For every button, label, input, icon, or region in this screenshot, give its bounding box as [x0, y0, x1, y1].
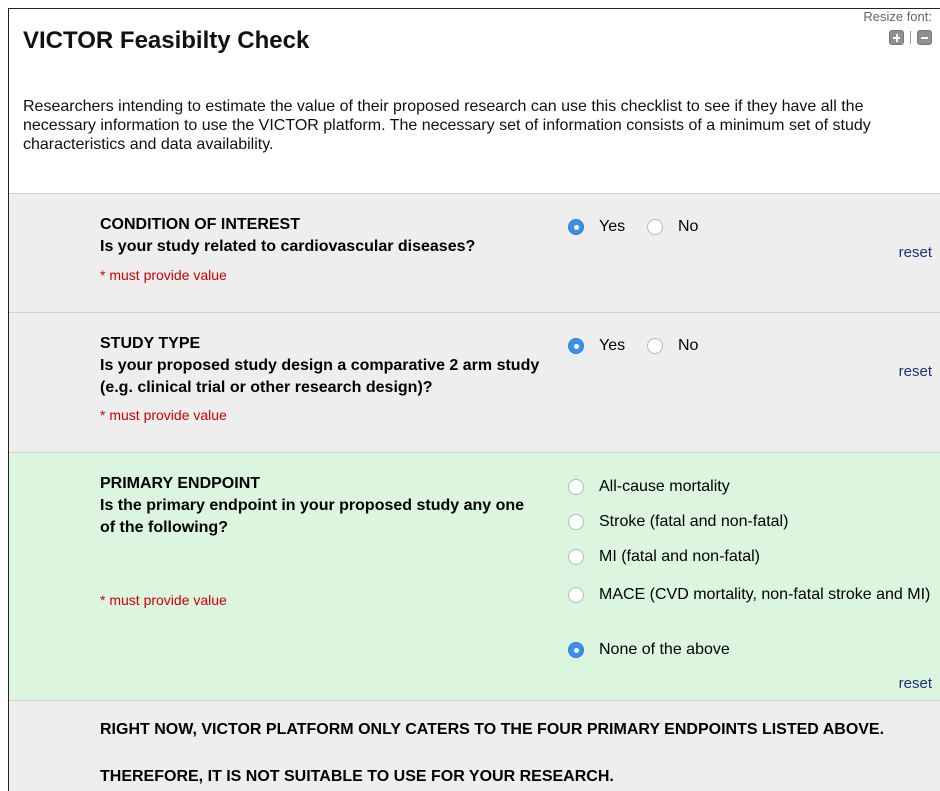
radio-option-no[interactable]: No: [647, 218, 698, 236]
reset-link[interactable]: reset: [899, 675, 932, 692]
option-label: No: [678, 218, 699, 235]
resize-font-controls: [889, 30, 932, 45]
required-message: * must provide value: [100, 267, 227, 283]
question-primary-endpoint: PRIMARY ENDPOINT Is the primary endpoint…: [9, 452, 940, 700]
radio-button[interactable]: [647, 338, 663, 354]
question-title: STUDY TYPE: [100, 335, 201, 352]
required-message: * must provide value: [100, 592, 227, 608]
question-text: Is your proposed study design a comparat…: [100, 357, 540, 396]
intro-text: Researchers intending to estimate the va…: [23, 98, 871, 153]
notice-line-1: RIGHT NOW, VICTOR PLATFORM ONLY CATERS T…: [100, 721, 885, 738]
option-label: Yes: [599, 337, 626, 354]
radio-button[interactable]: [647, 219, 663, 235]
notice-line-2: THEREFORE, IT IS NOT SUITABLE TO USE FOR…: [100, 768, 614, 785]
divider: [910, 31, 911, 44]
question-text: Is your study related to cardiovascular …: [100, 238, 476, 255]
option-label: MI (fatal and non-fatal): [599, 548, 760, 565]
notice-panel: RIGHT NOW, VICTOR PLATFORM ONLY CATERS T…: [9, 700, 940, 791]
radio-button[interactable]: [568, 338, 584, 354]
radio-option-no[interactable]: No: [647, 337, 698, 355]
question-study-type: STUDY TYPE Is your proposed study design…: [9, 312, 940, 452]
radio-button[interactable]: [568, 549, 584, 565]
radio-option-stroke[interactable]: Stroke (fatal and non-fatal): [568, 513, 788, 531]
reset-link[interactable]: reset: [899, 244, 932, 261]
decrease-font-icon[interactable]: [917, 30, 932, 45]
page-header: VICTOR Feasibilty Check Resize font:: [9, 9, 940, 92]
option-label: None of the above: [599, 641, 730, 658]
option-label: MACE (CVD mortality, non-fatal stroke an…: [599, 586, 931, 603]
radio-option-yes[interactable]: Yes: [568, 337, 625, 355]
radio-button[interactable]: [568, 479, 584, 495]
radio-button[interactable]: [568, 642, 584, 658]
increase-font-icon[interactable]: [889, 30, 904, 45]
radio-button[interactable]: [568, 219, 584, 235]
option-label: No: [678, 337, 699, 354]
radio-option-yes[interactable]: Yes: [568, 218, 625, 236]
question-title: PRIMARY ENDPOINT: [100, 475, 261, 492]
required-message: * must provide value: [100, 407, 227, 423]
resize-font-label: Resize font:: [863, 9, 932, 24]
radio-option-none-of-the-above[interactable]: None of the above: [568, 641, 730, 659]
radio-option-all-cause-mortality[interactable]: All-cause mortality: [568, 478, 730, 496]
question-text: Is the primary endpoint in your proposed…: [100, 497, 525, 536]
option-label: Yes: [599, 218, 626, 235]
radio-option-mi[interactable]: MI (fatal and non-fatal): [568, 548, 760, 566]
question-condition-of-interest: CONDITION OF INTEREST Is your study rela…: [9, 193, 940, 312]
radio-option-mace[interactable]: MACE (CVD mortality, non-fatal stroke an…: [568, 583, 938, 608]
radio-button[interactable]: [568, 587, 584, 603]
question-title: CONDITION OF INTEREST: [100, 216, 300, 233]
radio-button[interactable]: [568, 514, 584, 530]
survey-frame: VICTOR Feasibilty Check Resize font: Res…: [8, 8, 940, 791]
reset-link[interactable]: reset: [899, 363, 932, 380]
page-title: VICTOR Feasibilty Check: [23, 27, 310, 54]
option-label: All-cause mortality: [599, 478, 730, 495]
option-label: Stroke (fatal and non-fatal): [599, 513, 789, 530]
